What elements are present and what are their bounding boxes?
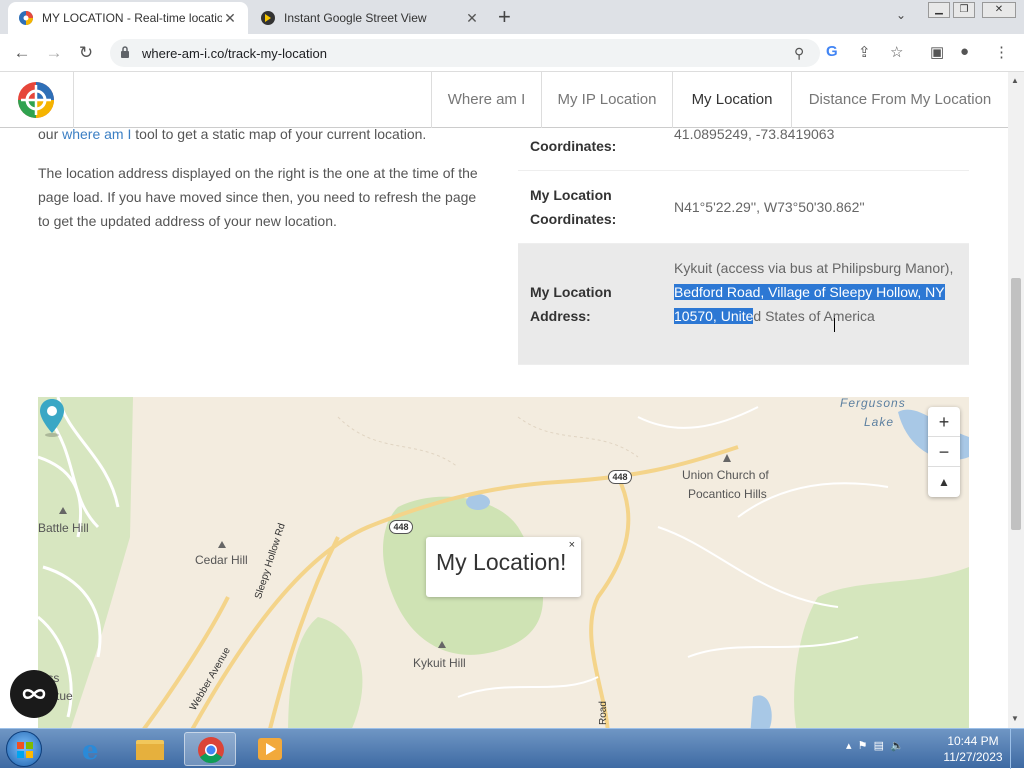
- site-favicon: [19, 11, 33, 25]
- scroll-up-arrow-icon[interactable]: ▲: [1011, 76, 1019, 85]
- table-row-dms-coordinates: My Location Coordinates: N41°5'22.29'', …: [518, 171, 969, 244]
- dms-label-line1: My Location: [530, 187, 612, 203]
- chat-widget-button[interactable]: [10, 670, 58, 718]
- media-player-taskbar-icon[interactable]: [244, 732, 296, 766]
- address-value[interactable]: Kykuit (access via bus at Philipsburg Ma…: [674, 256, 954, 328]
- back-arrow-icon[interactable]: ←: [10, 42, 34, 64]
- chrome-taskbar-icon[interactable]: [184, 732, 236, 766]
- bookmark-star-icon[interactable]: ☆: [890, 43, 903, 61]
- address-bar[interactable]: where-am-i.co/track-my-location ⚲: [110, 39, 820, 67]
- table-row-address: My Location Address: Kykuit (access via …: [518, 244, 969, 365]
- windows-logo-icon: [17, 742, 33, 758]
- location-pin-marker-icon[interactable]: [38, 397, 66, 437]
- location-pin-icon[interactable]: ⚲: [794, 45, 804, 62]
- start-button[interactable]: [6, 731, 42, 767]
- tab-my-location[interactable]: MY LOCATION - Real-time locatio ✕: [8, 2, 248, 34]
- address-text: Kykuit (access via bus at Philipsburg Ma…: [674, 260, 954, 276]
- dms-value: N41°5'22.29'', W73°50'30.862'': [674, 199, 865, 215]
- nav-my-location[interactable]: My Location: [672, 72, 791, 128]
- map-label-kykuit-hill: Kykuit Hill: [413, 656, 466, 670]
- zoom-out-button[interactable]: −: [928, 437, 960, 467]
- address-text: d States of America: [753, 308, 875, 324]
- windows-taskbar: e ▴ ⚑ ▤ 🔈 10:44 PM 11/27/2023: [0, 728, 1024, 769]
- coords-label: Coordinates:: [530, 138, 617, 154]
- close-tab-icon[interactable]: ✕: [222, 10, 238, 27]
- compass-reset-icon[interactable]: ▲: [928, 467, 960, 497]
- forward-arrow-icon[interactable]: →: [42, 42, 66, 64]
- where-am-i-link[interactable]: where am I: [62, 128, 131, 142]
- address-label-line1: My Location: [530, 284, 612, 300]
- intro-text: tool to get a static map of your current…: [131, 128, 427, 142]
- page-content: our where am I tool to get a static map …: [0, 128, 1008, 728]
- map-label-road: Road: [598, 701, 609, 725]
- menu-kebab-icon[interactable]: ⋮: [994, 43, 1009, 61]
- intro-text: our: [38, 128, 63, 142]
- text-cursor-icon: [834, 318, 838, 332]
- tab-title: Instant Google Street View: [284, 11, 427, 25]
- map-popup: My Location! ×: [426, 537, 581, 597]
- nav-my-ip-location[interactable]: My IP Location: [541, 72, 672, 128]
- side-panel-icon[interactable]: ▣: [930, 43, 944, 61]
- coords-value: 41.0895249, -73.8419063: [674, 128, 835, 142]
- scroll-down-arrow-icon[interactable]: ▼: [1011, 714, 1019, 723]
- svg-text:e: e: [82, 736, 99, 766]
- chat-infinity-icon: [22, 689, 46, 699]
- popup-text: My Location!: [436, 549, 567, 575]
- tab-street-view[interactable]: Instant Google Street View ✕: [250, 2, 490, 34]
- nav-distance-from-my-location[interactable]: Distance From My Location: [791, 72, 1008, 128]
- dms-label-line2: Coordinates:: [530, 211, 617, 227]
- pond-water: [750, 695, 772, 728]
- close-tab-icon[interactable]: ✕: [464, 10, 480, 27]
- map-zoom-controls: + − ▲: [928, 407, 960, 497]
- browser-tab-strip: MY LOCATION - Real-time locatio ✕ Instan…: [0, 0, 1024, 34]
- trails: [337, 416, 639, 468]
- table-row-coordinates: My Coordinates: 41.0895249, -73.8419063: [518, 128, 969, 171]
- zoom-in-button[interactable]: +: [928, 407, 960, 437]
- scrollbar-thumb[interactable]: [1011, 278, 1021, 530]
- location-map[interactable]: Battle Hill Cedar Hill Kykuit Hill Union…: [38, 397, 969, 728]
- nav-where-am-i[interactable]: Where am I: [431, 72, 541, 128]
- share-icon[interactable]: ⇪: [858, 43, 871, 61]
- route-448-shield: 448: [389, 520, 413, 534]
- park-area: [794, 567, 969, 728]
- tab-title: MY LOCATION - Real-time locatio: [42, 11, 222, 25]
- map-label-fergusons: Fergusons: [840, 397, 906, 410]
- google-lens-icon[interactable]: G: [826, 43, 838, 60]
- map-label-cedar-hill: Cedar Hill: [195, 553, 248, 567]
- address-label-line2: Address:: [530, 308, 591, 324]
- file-explorer-taskbar-icon[interactable]: [124, 732, 176, 766]
- tab-search-chevron-icon[interactable]: ⌄: [896, 8, 906, 22]
- page-scrollbar[interactable]: ▲ ▼: [1008, 72, 1024, 728]
- map-label-union-church: Union Church of: [682, 468, 769, 482]
- reload-icon[interactable]: ↻: [74, 42, 98, 64]
- system-tray-icons[interactable]: ▴ ⚑ ▤ 🔈: [846, 739, 904, 752]
- site-header: Where am I My IP Location My Location Di…: [0, 72, 1008, 128]
- url-text: where-am-i.co/track-my-location: [142, 46, 327, 61]
- intro-paragraph: The location address displayed on the ri…: [38, 165, 478, 229]
- lock-icon: [121, 46, 129, 58]
- restore-button[interactable]: ❐: [953, 2, 975, 18]
- clock-time: 10:44 PM: [947, 734, 999, 748]
- browser-toolbar: ← → ↻ where-am-i.co/track-my-location ⚲ …: [0, 34, 1024, 72]
- street-view-favicon: [261, 11, 275, 25]
- profile-avatar-icon[interactable]: ●: [960, 43, 969, 60]
- popup-close-icon[interactable]: ×: [569, 539, 575, 551]
- intro-text-line: our where am I tool to get a static map …: [38, 128, 488, 146]
- internet-explorer-taskbar-icon[interactable]: e: [64, 732, 116, 766]
- site-logo-icon[interactable]: [17, 81, 55, 119]
- clock-date: 11/27/2023: [943, 750, 1003, 764]
- map-label-battle-hill: Battle Hill: [38, 521, 89, 535]
- close-window-button[interactable]: ✕: [982, 2, 1016, 18]
- show-desktop-button[interactable]: [1010, 729, 1024, 769]
- route-448-shield: 448: [608, 470, 632, 484]
- new-tab-button[interactable]: +: [498, 6, 511, 28]
- taskbar-clock[interactable]: 10:44 PM 11/27/2023: [940, 733, 1006, 765]
- map-label-pocantico-hills: Pocantico Hills: [688, 487, 767, 501]
- header-divider: [73, 72, 74, 128]
- map-label-lake: Lake: [864, 415, 895, 429]
- minimize-button[interactable]: ▁: [928, 2, 950, 18]
